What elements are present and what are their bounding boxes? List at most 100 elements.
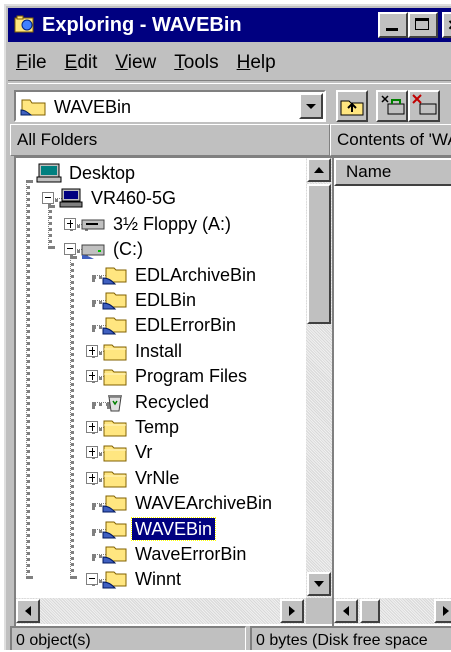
scroll-down-button[interactable] [307,572,331,596]
menu-mnemonic: T [174,52,184,73]
tree-item[interactable]: 3½ Floppy (A:) [80,211,234,237]
tree-item-label: VrNle [135,467,180,488]
tree-item-label: Winnt [135,569,182,590]
contents-scroll-right-button[interactable] [434,599,451,623]
up-one-level-button[interactable] [336,90,368,122]
tree-item[interactable]: Desktop [36,160,138,186]
tree-item[interactable]: EDLArchiveBin [102,262,259,288]
menu-label-rest: iew [127,52,157,73]
arrow-up-icon [314,167,324,173]
contents-scroll-thumb[interactable] [360,599,380,623]
scroll-right-button[interactable] [280,599,304,623]
address-dropdown-button[interactable] [299,93,323,119]
status-disk-space: 0 bytes (Disk free space [250,626,451,650]
expand-icon[interactable] [86,421,98,433]
tree-item-label: EDLErrorBin [135,315,237,336]
shared-folder-icon [20,99,46,116]
expand-icon[interactable] [64,217,76,230]
tree-item[interactable]: Program Files [102,363,250,389]
arrow-left-icon [343,606,349,616]
tree-item-label: Program Files [135,366,248,387]
toolbar-separator [8,80,451,84]
expand-icon[interactable] [86,446,98,459]
explorer-window: Exploring - WAVEBin × File Edit View Tools H… [4,4,451,650]
tree-vertical-scrollbar[interactable] [306,158,332,598]
tree-item[interactable]: Winnt [102,566,184,592]
close-button[interactable]: × [442,12,451,38]
tree-item[interactable]: Temp [102,414,182,440]
tree-item[interactable]: VrNle [102,465,182,491]
collapse-icon[interactable] [42,192,54,205]
tree-item[interactable]: WaveErrorBin [102,541,249,567]
shared-folder-icon [102,571,127,589]
explorer-icon [14,15,34,33]
tree-item[interactable]: (C:) [80,236,146,262]
tree-item[interactable]: Install [102,338,185,364]
arrow-down-icon [314,581,324,587]
minimize-button[interactable] [378,12,408,38]
menu-edit[interactable]: Edit [65,48,98,78]
tree-connector [48,205,52,249]
map-network-drive-button[interactable] [376,90,408,122]
recycle-bin-icon [108,394,122,412]
tree-item[interactable]: Recycled [102,389,212,415]
up-folder-icon [340,100,364,116]
menu-mnemonic: F [16,52,28,73]
tree-item-label: Desktop [69,163,136,183]
contents-scroll-left-button[interactable] [334,599,358,623]
tree-scroll-thumb[interactable] [307,184,331,324]
folder-icon [103,420,127,437]
tree-item-label: Temp [135,417,180,437]
expand-icon[interactable] [86,370,98,383]
tree-item[interactable]: WAVEArchiveBin [102,490,275,516]
address-combobox[interactable]: WAVEBin [14,90,326,122]
scroll-up-button[interactable] [307,158,331,182]
tree-item[interactable]: WAVEBin [102,516,217,542]
menu-mnemonic: V [115,52,128,73]
desktop-icon [36,163,62,183]
minimize-icon [386,28,398,31]
arrow-right-icon [443,606,449,616]
tree-item[interactable]: EDLBin [102,287,199,313]
scrollbar-corner [306,598,332,624]
folder-icon [103,445,127,462]
scroll-left-button[interactable] [16,599,40,623]
folder-tree[interactable]: Desktop VR460-5G 3½ Floppy (A:) (C:) EDLArch… [14,156,332,626]
menu-tools[interactable]: Tools [174,48,218,78]
tree-item[interactable]: VR460-5G [58,185,179,211]
hard-drive-icon [81,244,105,260]
contents-horizontal-scrollbar[interactable] [334,598,451,624]
tree-item-label: EDLArchiveBin [135,264,257,285]
maximize-button[interactable] [408,12,438,38]
shared-folder-icon [102,546,127,564]
tree-item-label: WAVEBin [130,516,217,541]
collapse-icon[interactable] [64,243,76,256]
menu-file[interactable]: File [16,48,47,78]
menu-view[interactable]: View [115,48,156,78]
tree-item-label: EDLBin [135,290,197,310]
tree-item[interactable]: Vr [102,439,155,465]
menu-label-rest: dit [77,52,98,73]
shared-folder-icon [102,521,127,539]
tree-item[interactable]: EDLErrorBin [102,312,239,338]
arrow-right-icon [289,606,295,616]
collapse-icon[interactable] [86,573,98,586]
tree-horizontal-scrollbar[interactable] [16,598,306,624]
expand-icon[interactable] [86,471,98,484]
expand-icon[interactable] [86,344,98,357]
address-value: WAVEBin [54,97,132,117]
chevron-down-icon [306,104,316,109]
contents-pane[interactable]: Name [332,156,451,626]
computer-icon [59,188,83,208]
disconnect-drive-icon [412,94,437,115]
tree-connector [70,256,74,579]
tree-item-label: Vr [135,442,153,463]
title-bar[interactable]: Exploring - WAVEBin × [8,8,451,42]
menu-help[interactable]: Help [237,48,276,78]
maximize-icon [415,18,429,30]
tree-item-label: 3½ Floppy (A:) [113,213,232,234]
menu-label-rest: ile [27,52,47,73]
disconnect-drive-button[interactable] [408,90,440,122]
arrow-left-icon [25,606,31,616]
column-header-name[interactable]: Name [334,158,451,186]
